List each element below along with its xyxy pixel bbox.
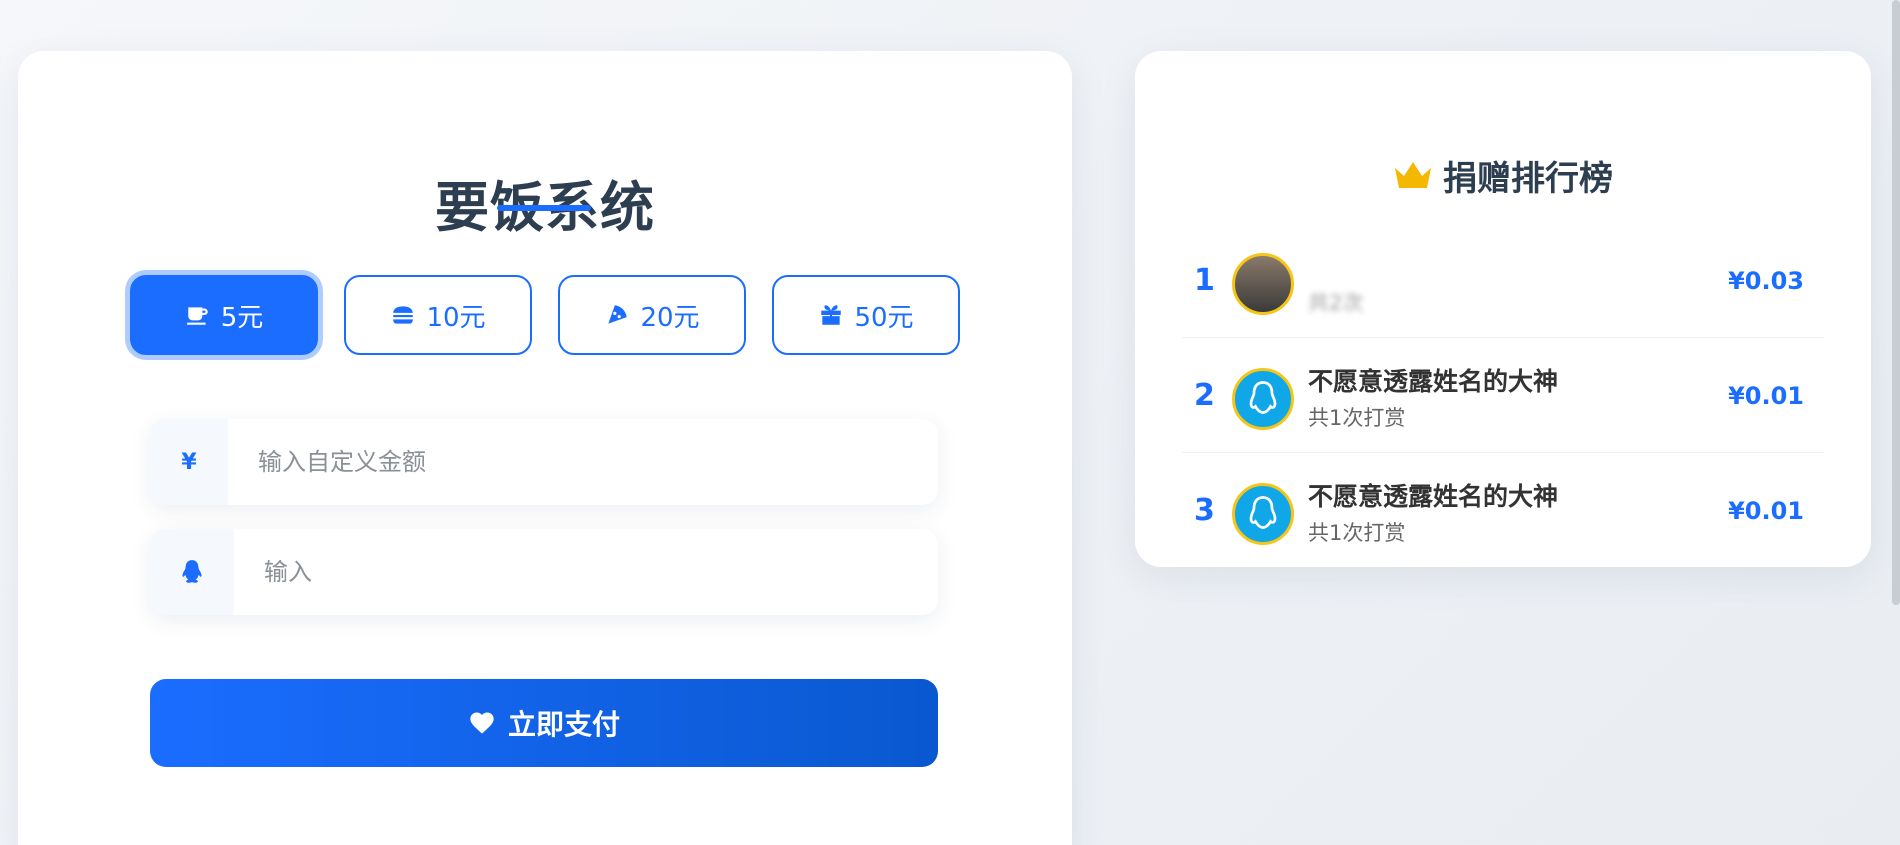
amount-options: 5元 10元 20元 50元	[130, 275, 980, 359]
coffee-icon	[186, 307, 208, 325]
avatar	[1232, 368, 1294, 430]
gift-icon	[821, 305, 842, 325]
rank-number: 3	[1194, 493, 1215, 528]
amount-20-button[interactable]: 20元	[558, 275, 746, 355]
page-title: 要饭系统	[435, 176, 655, 239]
donate-card: 要饭系统 5元 10元 20元 50元 ¥ 立即支付	[18, 51, 1072, 845]
qq-prefix	[150, 529, 234, 615]
custom-amount-input[interactable]	[228, 419, 938, 505]
donation-count: 共1次打赏	[1308, 521, 1406, 545]
avatar	[1232, 253, 1294, 315]
donor-name: 不愿意透露姓名的大神	[1308, 482, 1559, 511]
crown-icon	[1395, 161, 1431, 188]
pizza-icon	[608, 305, 628, 324]
amount-20-label: 20元	[640, 302, 700, 333]
custom-amount-field: ¥	[150, 419, 938, 505]
currency-prefix: ¥	[150, 419, 228, 505]
donation-count: 共2次	[1308, 291, 1364, 315]
pay-now-button[interactable]: 立即支付	[150, 679, 938, 767]
qq-icon	[182, 560, 202, 583]
pay-now-label: 立即支付	[507, 708, 620, 741]
page-scrollbar[interactable]	[1892, 0, 1900, 605]
amount-5-button[interactable]: 5元	[130, 275, 318, 355]
donation-amount: ¥0.01	[1728, 496, 1804, 525]
ranking-list: 1 共2次 ¥0.03 2 不愿意透露姓名的大神 共1次打赏 ¥0.01 3 不…	[1182, 223, 1824, 568]
qq-input[interactable]	[234, 529, 938, 615]
ranking-card: 捐赠排行榜 1 共2次 ¥0.03 2 不愿意透露姓名的大神 共1次打赏 ¥0.…	[1135, 51, 1871, 567]
amount-10-button[interactable]: 10元	[344, 275, 532, 355]
qq-field	[150, 529, 938, 615]
amount-50-button[interactable]: 50元	[772, 275, 960, 355]
qq-avatar-icon	[1249, 381, 1277, 414]
rank-number: 1	[1194, 263, 1215, 298]
rank-number: 2	[1194, 378, 1215, 413]
ranking-title-text: 捐赠排行榜	[1443, 159, 1613, 199]
ranking-row: 2 不愿意透露姓名的大神 共1次打赏 ¥0.01	[1182, 338, 1824, 453]
burger-icon	[393, 306, 414, 324]
heart-icon	[470, 712, 494, 734]
amount-50-label: 50元	[854, 302, 914, 333]
ranking-row: 3 不愿意透露姓名的大神 共1次打赏 ¥0.01	[1182, 453, 1824, 568]
donation-count: 共1次打赏	[1308, 406, 1406, 430]
ranking-title: 捐赠排行榜	[1135, 151, 1871, 200]
donation-amount: ¥0.01	[1728, 381, 1804, 410]
donor-name: 不愿意透露姓名的大神	[1308, 367, 1559, 396]
amount-5-label: 5元	[220, 302, 264, 333]
amount-10-label: 10元	[426, 302, 486, 333]
avatar	[1232, 483, 1294, 545]
title-underline	[497, 205, 591, 211]
ranking-row: 1 共2次 ¥0.03	[1182, 223, 1824, 338]
qq-avatar-icon	[1249, 496, 1277, 529]
donation-amount: ¥0.03	[1728, 266, 1804, 295]
